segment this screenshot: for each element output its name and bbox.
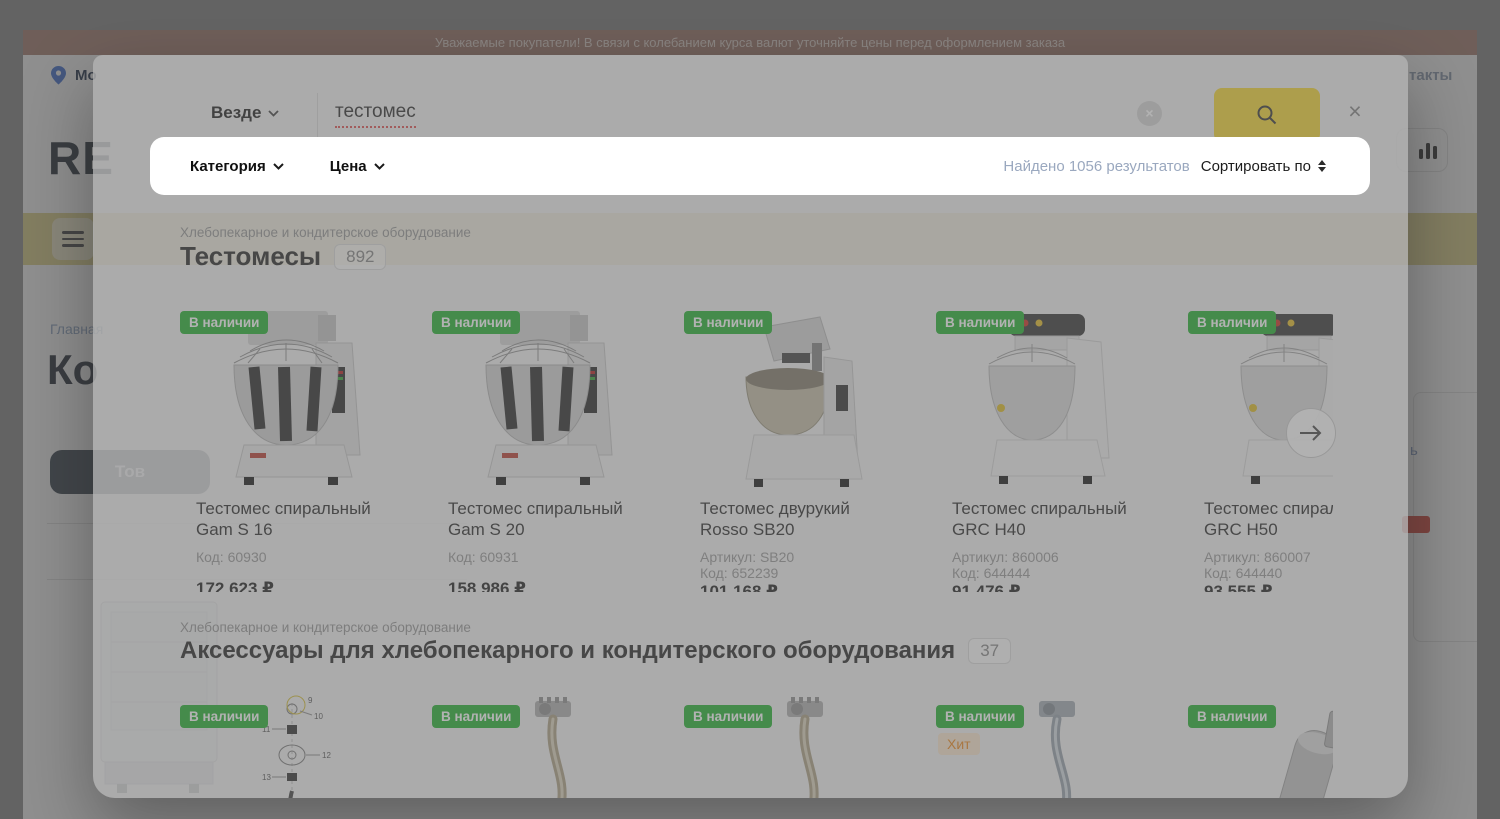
svg-text:12: 12 bbox=[322, 751, 331, 760]
product-name[interactable]: Тестомес спиральный Gam S 20 bbox=[432, 498, 662, 540]
products-carousel: В наличии Тестомес спиральный Gam S 16 Ко… bbox=[180, 300, 1333, 592]
product-price: 101 168 ₽ bbox=[700, 582, 779, 592]
divider bbox=[317, 93, 318, 137]
availability-badge: В наличии bbox=[684, 311, 773, 334]
hit-badge: Хит bbox=[938, 733, 980, 755]
availability-badge: В наличии bbox=[432, 311, 521, 334]
arrow-right-icon bbox=[1300, 425, 1322, 441]
search-scope-label: Везде bbox=[211, 103, 262, 122]
product-card[interactable]: В наличии Хит bbox=[936, 695, 1166, 798]
svg-text:13: 13 bbox=[262, 773, 271, 782]
filter-bar: Категория Цена Найдено 1056 результатов … bbox=[150, 137, 1370, 195]
close-modal-button[interactable]: × bbox=[1343, 99, 1367, 123]
product-price: 158 986 ₽ bbox=[448, 579, 527, 592]
product-card[interactable]: В наличии Тестомес спиральный Gam S 16 Ко… bbox=[180, 300, 410, 592]
product-price: 93 555 ₽ bbox=[1204, 582, 1273, 592]
product-card[interactable]: В наличии bbox=[684, 695, 914, 798]
section-title[interactable]: Аксессуары для хлебопекарного и кондитер… bbox=[180, 637, 955, 665]
product-name[interactable]: Тестомес двурукий Rosso SB20 bbox=[684, 498, 914, 540]
svg-text:10: 10 bbox=[314, 712, 323, 721]
product-card[interactable]: В наличии bbox=[1188, 695, 1333, 798]
svg-text:9: 9 bbox=[308, 696, 313, 705]
results-count: Найдено 1056 результатов bbox=[1003, 157, 1190, 175]
screen: Уважаемые покупатели! В связи с колебани… bbox=[0, 0, 1500, 819]
sort-arrows-icon bbox=[1318, 160, 1326, 172]
availability-badge: В наличии bbox=[180, 705, 269, 728]
product-name[interactable]: Тестомес спиральный Gam S 16 bbox=[180, 498, 410, 540]
chevron-down-icon bbox=[373, 162, 385, 170]
products-carousel: 91011121316 В наличии В наличии В наличи… bbox=[180, 695, 1333, 798]
section-category-label[interactable]: Хлебопекарное и кондитерское оборудовани… bbox=[180, 225, 471, 240]
availability-badge: В наличии bbox=[936, 311, 1025, 334]
product-name[interactable]: Тестомес спиральный GRC H40 bbox=[936, 498, 1166, 540]
product-card[interactable]: В наличии Тестомес двурукий Rosso SB20 Ар… bbox=[684, 300, 914, 592]
availability-badge: В наличии bbox=[936, 705, 1025, 728]
chevron-down-icon bbox=[273, 162, 284, 170]
section-count-badge: 892 bbox=[334, 243, 387, 270]
section-category-label[interactable]: Хлебопекарное и кондитерское оборудовани… bbox=[180, 620, 471, 635]
availability-badge: В наличии bbox=[180, 311, 269, 334]
product-name[interactable]: Тестомес спиральныйGRC H50 bbox=[1188, 498, 1333, 540]
product-meta: Артикул: SB20 Код: 652239 bbox=[700, 549, 795, 581]
sort-label: Сортировать по bbox=[1200, 157, 1311, 175]
sort-dropdown[interactable]: Сортировать по bbox=[1201, 158, 1326, 175]
product-card[interactable]: В наличии Тестомес спиральный GRC H40 Арт… bbox=[936, 300, 1166, 592]
search-scope-dropdown[interactable]: Везде bbox=[205, 102, 285, 124]
section-count-badge: 37 bbox=[968, 638, 1012, 664]
category-filter-label: Категория bbox=[190, 157, 266, 175]
search-modal: Везде тестомес × × Категория Цена Найден… bbox=[93, 55, 1408, 798]
clear-search-button[interactable]: × bbox=[1137, 101, 1162, 126]
product-meta: Код: 60931 bbox=[448, 549, 519, 565]
availability-badge: В наличии bbox=[432, 705, 521, 728]
product-price: 172 623 ₽ bbox=[196, 579, 275, 592]
availability-badge: В наличии bbox=[1188, 311, 1277, 334]
search-icon bbox=[1257, 105, 1277, 125]
section-title[interactable]: Тестомесы bbox=[180, 241, 321, 272]
product-price: 91 476 ₽ bbox=[952, 582, 1021, 592]
product-card[interactable]: В наличии bbox=[432, 695, 662, 798]
product-meta: Артикул: 860007 Код: 644440 bbox=[1204, 549, 1311, 581]
price-filter-dropdown[interactable]: Цена bbox=[330, 158, 385, 175]
search-input[interactable]: тестомес bbox=[335, 101, 416, 128]
product-meta: Код: 60930 bbox=[196, 549, 267, 565]
chevron-down-icon bbox=[268, 109, 280, 117]
product-card[interactable]: 91011121316 В наличии bbox=[180, 695, 410, 798]
product-card[interactable]: В наличии Тестомес спиральный Gam S 20 Ко… bbox=[432, 300, 662, 592]
category-filter-dropdown[interactable]: Категория bbox=[190, 158, 284, 175]
product-meta: Артикул: 860006 Код: 644444 bbox=[952, 549, 1059, 581]
carousel-next-button[interactable] bbox=[1286, 408, 1336, 458]
availability-badge: В наличии bbox=[1188, 705, 1277, 728]
availability-badge: В наличии bbox=[684, 705, 773, 728]
search-submit-button[interactable] bbox=[1214, 88, 1320, 142]
price-filter-label: Цена bbox=[329, 157, 367, 175]
